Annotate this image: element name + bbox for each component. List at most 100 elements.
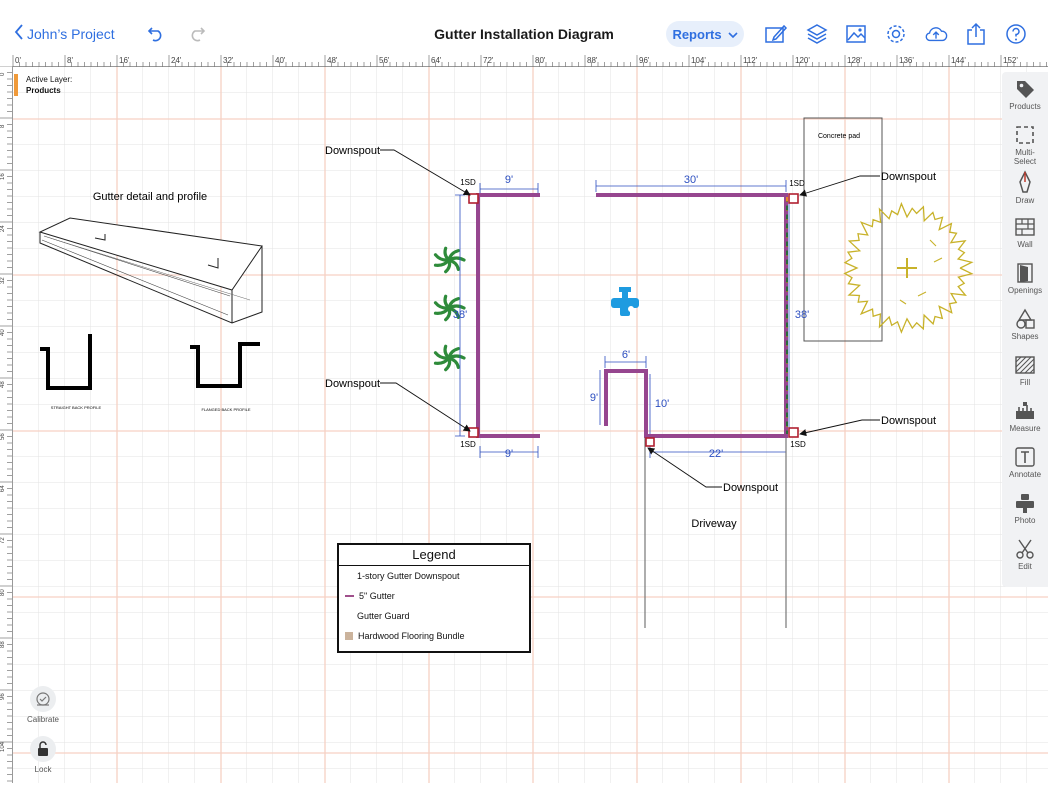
legend-item-label: Hardwood Flooring Bundle [358, 631, 465, 641]
driveway-label: Driveway [691, 518, 737, 530]
help-icon[interactable] [1004, 22, 1028, 46]
tool-openings[interactable]: Openings [1002, 262, 1048, 295]
pen-icon [1019, 170, 1031, 193]
ruler-top-label: 40' [275, 56, 286, 65]
ruler-top-label: 104' [691, 56, 706, 65]
gutter-detail-title: Gutter detail and profile [93, 191, 207, 203]
legend-item-label: 1-story Gutter Downspout [357, 571, 460, 581]
ruler-top-label: 16' [119, 56, 130, 65]
tool-annotate[interactable]: Annotate [1002, 446, 1048, 479]
ruler-top-label: 80' [535, 56, 546, 65]
downspout-label-3: Downspout [881, 171, 936, 183]
tool-edit[interactable]: Edit [1002, 538, 1048, 571]
sd-label-top-right: 1SD [789, 179, 805, 188]
tool-photo[interactable]: Photo [1002, 492, 1048, 525]
ruler-top-label: 112' [743, 56, 758, 65]
layers-icon[interactable] [805, 22, 829, 46]
redo-icon[interactable] [185, 22, 209, 46]
downspout-label-2: Downspout [325, 378, 380, 390]
undo-icon[interactable] [144, 22, 168, 46]
legend-item: 5" Gutter [339, 586, 529, 606]
lock-open-icon [38, 741, 48, 756]
ruler-top-label: 72' [483, 56, 494, 65]
tool-draw[interactable]: Draw [1002, 170, 1048, 205]
legend-box[interactable]: Legend 1-story Gutter Downspout 5" Gutte… [337, 543, 531, 653]
ruler-left-label: 64 [0, 485, 6, 492]
tool-fill[interactable]: Fill [1002, 354, 1048, 387]
ruler-left-label: 0 [0, 72, 6, 76]
ruler-top-label: 24' [171, 56, 182, 65]
ruler-top-label: 136' [899, 56, 914, 65]
cloud-upload-icon[interactable] [924, 22, 948, 46]
calibrate-button[interactable]: Calibrate [24, 686, 62, 724]
top-toolbar: John’s Project Gutter Installation Diagr… [0, 0, 1048, 54]
legend-item: 1-story Gutter Downspout [339, 566, 529, 586]
downspout-label-4: Downspout [881, 415, 936, 427]
tool-panel: Products Multi-Select Draw Wall Openings… [1002, 72, 1048, 587]
edit-note-icon[interactable] [764, 22, 788, 46]
tool-wall[interactable]: Wall [1002, 216, 1048, 249]
dim-bay-width: 6' [622, 349, 630, 361]
concrete-pad-label: Concrete pad [818, 133, 860, 140]
ruler-top-label: 64' [431, 56, 442, 65]
left-ruler[interactable]: 0 8 16 24 32 40 48 56 64 72 80 88 96 104 [0, 65, 13, 783]
ruler-left-label: 40 [0, 329, 6, 336]
dim-bottom-left: 9' [505, 448, 513, 460]
legend-title: Legend [339, 545, 529, 566]
image-icon[interactable] [844, 22, 868, 46]
top-ruler[interactable]: 0' 8' 16' 24' 32' 40' 48' 56' 64' 72' 80' 88' 96' 104… [0, 54, 1048, 67]
brick-wall-icon [1015, 218, 1035, 236]
scissors-icon [1016, 539, 1034, 559]
flanged-profile-caption: FLANGED BACK PROFILE [201, 407, 250, 412]
reports-dropdown[interactable]: Reports [666, 21, 744, 47]
text-box-icon [1015, 447, 1035, 467]
ruler-left-label: 88 [0, 641, 6, 648]
sd-label-top-left: 1SD [460, 178, 476, 187]
dim-bay-right: 10' [655, 398, 669, 410]
shapes-icon [1016, 308, 1035, 329]
share-icon[interactable] [964, 22, 988, 46]
tool-measure[interactable]: Measure [1002, 400, 1048, 433]
hatch-fill-icon [1015, 356, 1035, 374]
multi-select-icon [1016, 126, 1034, 144]
legend-item: Hardwood Flooring Bundle [339, 626, 529, 646]
downspout-label-5: Downspout [723, 482, 778, 494]
ruler-left-label: 24 [0, 225, 6, 232]
dim-top-left: 9' [505, 174, 513, 186]
sd-label-bottom-right: 1SD [790, 440, 806, 449]
ruler-top-label: 32' [223, 56, 234, 65]
ruler-left-label: 48 [0, 381, 6, 388]
ruler-top-label: 152' [1003, 56, 1018, 65]
ruler-left-label: 8 [0, 124, 6, 128]
calibrate-icon [36, 692, 50, 706]
tool-multi-select[interactable]: Multi-Select [1002, 124, 1048, 166]
dim-bottom-right: 22' [709, 448, 723, 460]
ruler-left-label: 96 [0, 693, 6, 700]
ruler-left-label: 32 [0, 277, 6, 284]
lock-button[interactable]: Lock [24, 736, 62, 774]
legend-swatch [345, 573, 352, 580]
dim-bay-left: 9' [590, 392, 598, 404]
ruler-left-label: 56 [0, 433, 6, 440]
back-button[interactable]: John’s Project [14, 24, 115, 43]
drawing-canvas[interactable]: Gutter detail and profile STRAIGHT BACK … [13, 67, 1048, 783]
ruler-left-label: 72 [0, 537, 6, 544]
downspout-label-1: Downspout [325, 145, 380, 157]
legend-item: Gutter Guard [339, 606, 529, 626]
ruler-top-label: 48' [327, 56, 338, 65]
sd-label-bottom-left: 1SD [460, 440, 476, 449]
active-layer-indicator[interactable]: Active Layer: Products [14, 74, 72, 96]
straight-profile-caption: STRAIGHT BACK PROFILE [51, 405, 102, 410]
ruler-top-label: 0' [15, 56, 21, 65]
legend-item-label: 5" Gutter [359, 591, 395, 601]
reports-label: Reports [672, 26, 722, 42]
ruler-top-label: 128' [847, 56, 862, 65]
ruler-left-label: 80 [0, 589, 6, 596]
tool-products[interactable]: Products [1002, 78, 1048, 111]
legend-item-label: Gutter Guard [357, 611, 410, 621]
legend-swatch [345, 613, 352, 620]
back-label: John’s Project [27, 25, 115, 42]
tool-shapes[interactable]: Shapes [1002, 308, 1048, 341]
ruler-top-label: 144' [951, 56, 966, 65]
gear-icon[interactable] [884, 22, 908, 46]
